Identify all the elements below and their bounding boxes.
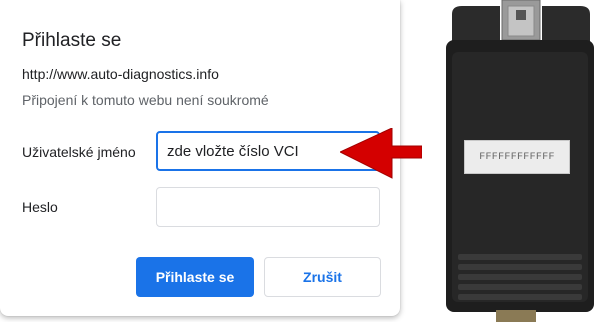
privacy-warning: Připojení k tomuto webu není soukromé — [22, 92, 269, 108]
red-arrow-pointer — [340, 128, 422, 179]
device-serial-label: FFFFFFFFFFFF — [464, 140, 570, 174]
password-field[interactable] — [156, 187, 380, 227]
username-label: Uživatelské jméno — [22, 144, 136, 160]
password-label: Heslo — [22, 199, 58, 215]
sign-in-button[interactable]: Přihlaste se — [136, 257, 254, 297]
cancel-button[interactable]: Zrušit — [264, 257, 381, 297]
site-url: http://www.auto-diagnostics.info — [22, 66, 219, 82]
dialog-title: Přihlaste se — [22, 30, 122, 51]
